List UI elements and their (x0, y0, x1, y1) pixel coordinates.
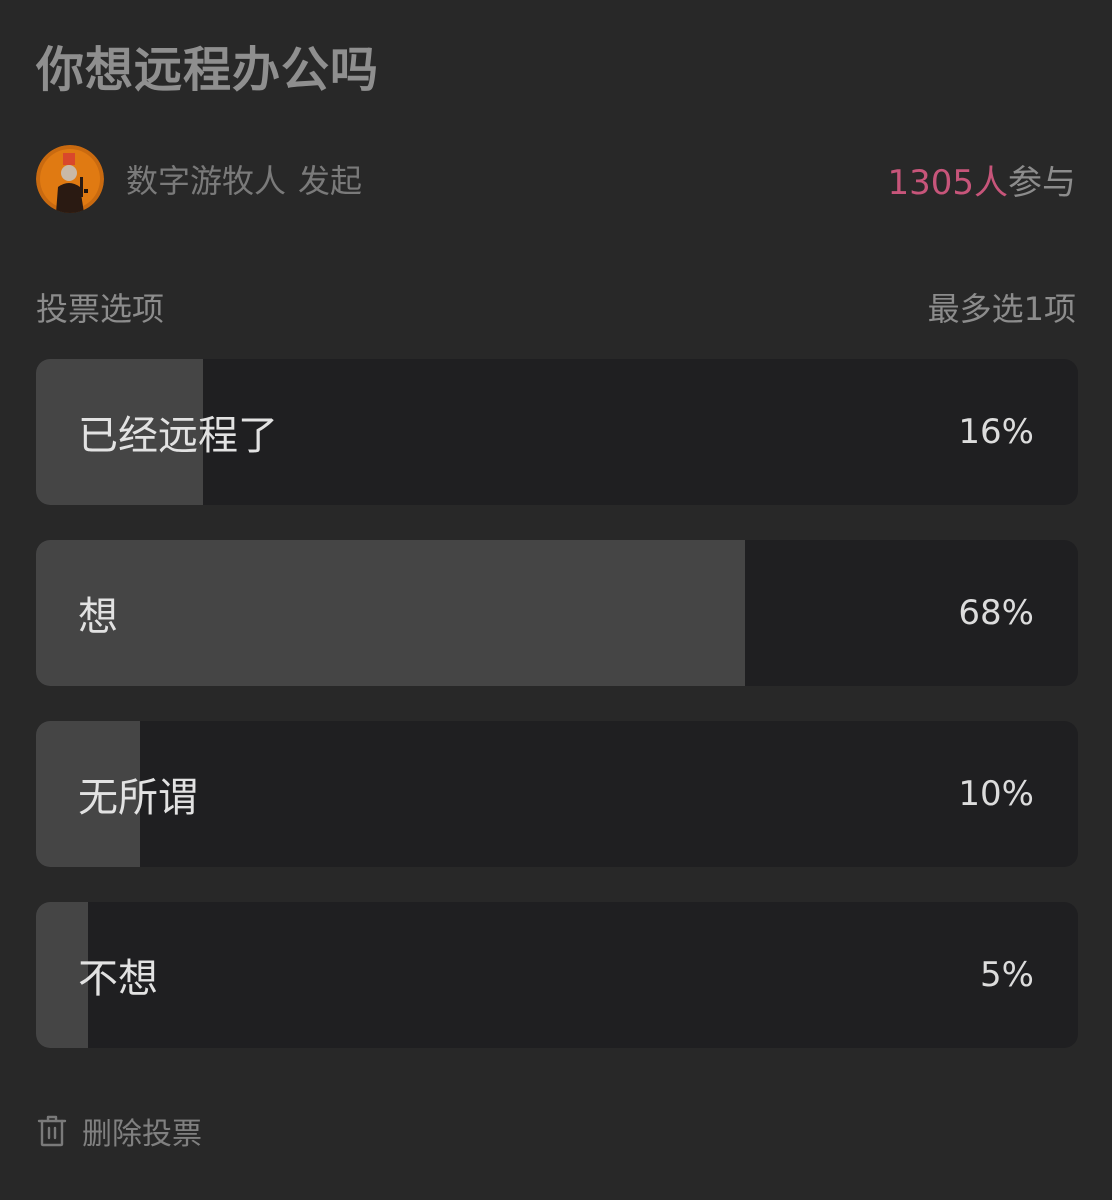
option-label: 无所谓 (78, 775, 198, 821)
poll-options: 已经远程了 16% 想 68% 无所谓 10% 不想 5% (36, 359, 1078, 1083)
option-result-bar (36, 540, 745, 686)
poll-meta: 数字游牧人 发起 1305人参与 (36, 144, 1076, 214)
trash-icon (37, 1115, 67, 1147)
participant-number: 1305人 (887, 162, 1008, 203)
options-header: 投票选项 最多选1项 (36, 282, 1076, 332)
poll-title: 你想远程办公吗 (36, 42, 380, 98)
author-action: 发起 (298, 162, 363, 200)
avatar-image (36, 145, 104, 213)
option-label: 已经远程了 (78, 413, 278, 459)
author-info[interactable]: 数字游牧人 发起 (36, 145, 362, 213)
options-limit: 最多选1项 (927, 290, 1076, 328)
poll-option-3[interactable]: 无所谓 10% (36, 721, 1078, 867)
delete-poll-button[interactable]: 删除投票 (36, 1108, 202, 1154)
option-label: 不想 (78, 956, 158, 1002)
delete-poll-label: 删除投票 (82, 1117, 202, 1152)
poll-option-4[interactable]: 不想 5% (36, 902, 1078, 1048)
poll-option-1[interactable]: 已经远程了 16% (36, 359, 1078, 505)
option-percentage: 16% (958, 412, 1034, 452)
avatar[interactable] (36, 145, 104, 213)
option-percentage: 5% (980, 955, 1034, 995)
options-header-label: 投票选项 (36, 290, 165, 328)
participant-suffix: 参与 (1008, 162, 1076, 203)
option-percentage: 10% (958, 774, 1034, 814)
option-label: 想 (78, 594, 118, 640)
poll-option-2[interactable]: 想 68% (36, 540, 1078, 686)
author-text: 数字游牧人 发起 (126, 156, 362, 202)
participant-count: 1305人参与 (887, 155, 1076, 204)
option-percentage: 68% (958, 593, 1034, 633)
author-name[interactable]: 数字游牧人 (126, 162, 286, 200)
